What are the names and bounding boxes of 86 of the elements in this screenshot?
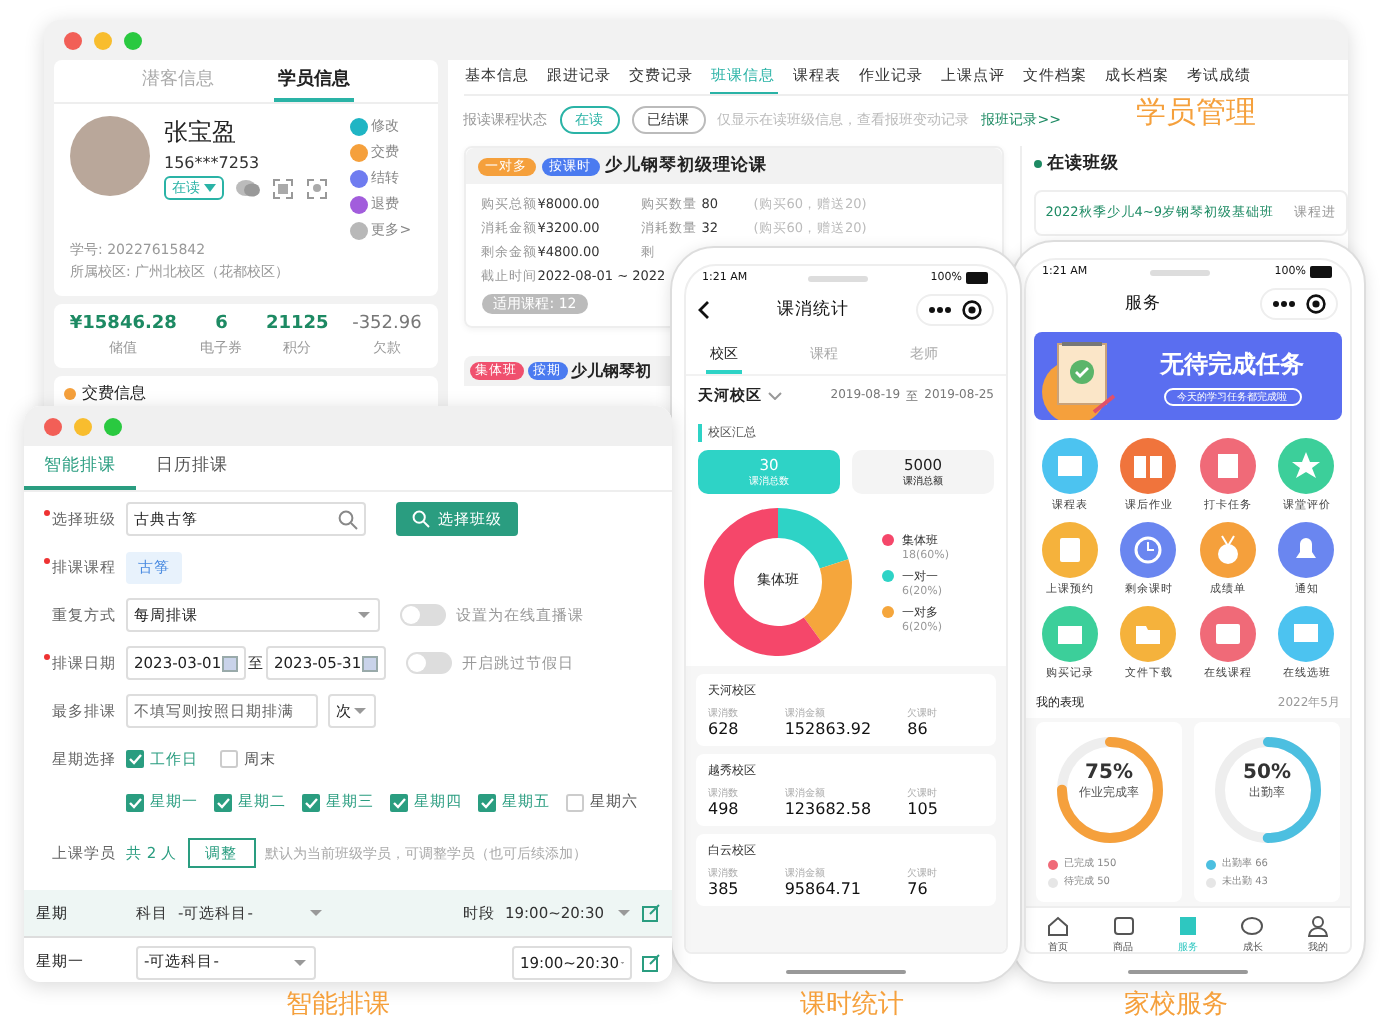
banner-title: 无待完成任务 (1158, 347, 1306, 381)
search-icon (338, 509, 358, 529)
toggle-switch[interactable] (406, 652, 452, 674)
metric-value: 385 (708, 880, 741, 898)
stat-value: -352.96 (352, 314, 422, 334)
caret-icon (356, 610, 372, 620)
caret-icon (308, 908, 325, 918)
section-caption: 家校服务 (1124, 988, 1228, 1020)
legend-dot (1206, 878, 1216, 888)
page-title: 课消统计 (775, 298, 851, 322)
tab[interactable]: 日历排课 (136, 446, 248, 490)
phone-number: 156***7253 (164, 154, 262, 172)
caret-icon (616, 908, 632, 918)
stat-value: 6 (213, 314, 230, 334)
metric-value: 76 (907, 880, 930, 898)
metric-value: 628 (708, 720, 741, 738)
metric-value: 95864.71 (784, 880, 863, 898)
metric-value: 152863.92 (784, 720, 874, 738)
bell-icon (1278, 522, 1335, 578)
caret-icon (292, 957, 308, 967)
search-icon (412, 510, 430, 528)
more-icon (1272, 300, 1296, 308)
chat-bubble-icon (1240, 914, 1265, 938)
bullet-icon (1033, 160, 1042, 168)
face-scan-icon (306, 177, 328, 199)
metric-value: 105 (907, 800, 940, 818)
edit-icon (642, 953, 660, 971)
home-indicator (786, 970, 906, 974)
edit-icon (642, 904, 660, 922)
chat-icon (236, 178, 260, 198)
battery-icon (1310, 266, 1334, 278)
speaker-notch (1150, 269, 1211, 275)
legend-dot (1048, 860, 1058, 870)
home-icon (1046, 914, 1071, 938)
section-title: 交费信息 (82, 382, 146, 404)
checkbox[interactable] (126, 750, 144, 768)
course-title: 少儿钢琴初 (571, 360, 652, 382)
calendar-icon (1041, 438, 1098, 494)
checkbox[interactable] (390, 793, 408, 811)
stat-value: ¥15846.28 (69, 314, 177, 334)
mini-program-capsule[interactable] (916, 294, 994, 326)
bullet-icon (64, 388, 76, 400)
avatar-photo (70, 116, 150, 196)
folder-icon (1120, 606, 1177, 662)
section-caption: 智能排课 (286, 988, 390, 1020)
ring-percent: 50% (1241, 762, 1293, 784)
caret-icon (204, 184, 216, 192)
ring-percent: 75% (1083, 762, 1135, 784)
screen-icon (1278, 606, 1335, 662)
legend-dot (1206, 860, 1216, 870)
battery-icon (966, 272, 990, 284)
medal-icon (1199, 522, 1256, 578)
chevron-icon (768, 392, 782, 400)
caret-icon (352, 706, 368, 716)
metric-value: 123682.58 (784, 800, 874, 818)
person-icon (1305, 914, 1330, 938)
section-caption: 学员管理 (1136, 94, 1256, 132)
clock-icon (1120, 522, 1177, 578)
metric-value: 86 (907, 720, 930, 738)
toggle-switch[interactable] (400, 604, 446, 626)
section-title: 在读班级 (1047, 152, 1120, 176)
page-title: 服务 (1123, 292, 1163, 316)
tab[interactable]: 学员信息 (273, 60, 354, 102)
calendar-icon (362, 655, 378, 671)
close-target-icon (962, 300, 982, 320)
calendar-icon (222, 655, 238, 671)
tab[interactable]: 智能排课 (24, 446, 136, 490)
more-icon (928, 306, 952, 314)
scan-icon (272, 177, 294, 199)
checkbox[interactable] (126, 793, 144, 811)
checkbox[interactable] (220, 750, 238, 768)
checkbox[interactable] (478, 793, 496, 811)
section-caption: 课时统计 (800, 988, 904, 1020)
stat-value: 21125 (265, 314, 329, 334)
back-icon (698, 300, 710, 320)
checkbox[interactable] (566, 793, 584, 811)
speaker-notch (808, 275, 869, 281)
home-indicator (1128, 970, 1248, 974)
mini-program-capsule[interactable] (1260, 288, 1338, 320)
course-title: 少儿钢琴初级理论课 (605, 154, 768, 178)
checkbox[interactable] (214, 793, 232, 811)
close-target-icon (1306, 294, 1326, 314)
metric-value: 498 (708, 800, 741, 818)
legend-dot (1048, 878, 1058, 888)
checkbox[interactable] (302, 793, 320, 811)
student-name: 张宝盈 (164, 116, 238, 150)
